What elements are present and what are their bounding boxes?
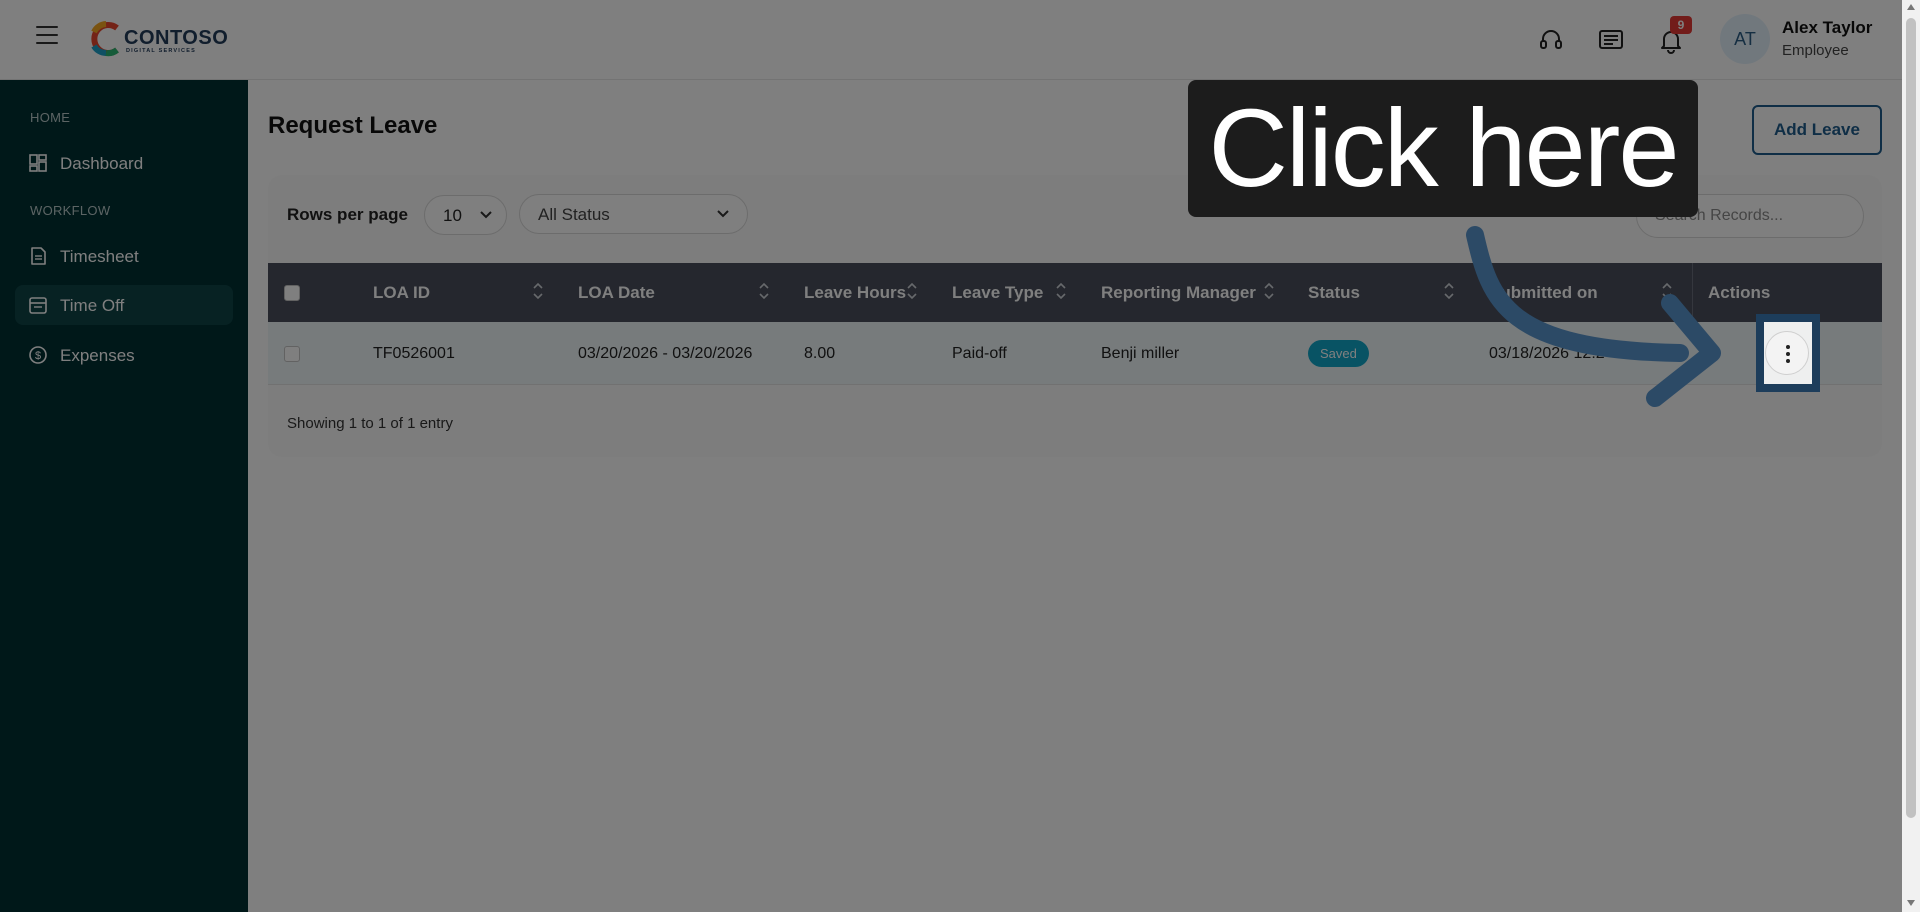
sort-icon[interactable] — [532, 281, 544, 301]
sort-icon[interactable] — [758, 281, 770, 301]
sidebar-section-workflow: WORKFLOW — [30, 203, 111, 218]
timesheet-icon — [31, 247, 46, 265]
dollar-icon: $ — [29, 346, 47, 364]
column-header-reporting-manager[interactable]: Reporting Manager — [1101, 283, 1256, 303]
column-header-leave-type[interactable]: Leave Type — [952, 283, 1043, 303]
scroll-down-arrow-icon[interactable] — [1907, 900, 1915, 906]
logo-name: CONTOSO — [124, 27, 229, 49]
column-header-actions: Actions — [1708, 283, 1771, 302]
top-header: CONTOSO DIGITAL SERVICES 9 AT Alex Taylo… — [0, 0, 1920, 80]
sidebar-item-dashboard[interactable]: Dashboard — [15, 143, 233, 183]
sort-icon[interactable] — [906, 281, 918, 301]
sidebar: HOME Dashboard WORKFLOW Timesheet Time O… — [0, 80, 248, 912]
select-all-checkbox[interactable] — [284, 285, 300, 301]
logo-subtitle: DIGITAL SERVICES — [126, 48, 196, 54]
sort-icon[interactable] — [1055, 281, 1067, 301]
sidebar-item-timesheet[interactable]: Timesheet — [15, 236, 233, 276]
chevron-down-icon — [480, 211, 492, 219]
callout-tooltip: Click here — [1188, 80, 1698, 217]
cell-reporting-manager: Benji miller — [1101, 345, 1180, 362]
sidebar-item-label: Timesheet — [60, 247, 139, 266]
row-checkbox[interactable] — [284, 346, 300, 362]
scroll-thumb[interactable] — [1906, 18, 1916, 818]
sidebar-item-label: Expenses — [60, 346, 135, 365]
cell-loa-id: TF0526001 — [373, 345, 455, 362]
rows-per-page-value: 10 — [443, 206, 462, 225]
chevron-down-icon — [717, 210, 729, 218]
column-divider — [1692, 263, 1693, 322]
svg-text:$: $ — [35, 350, 41, 362]
cell-leave-hours: 8.00 — [804, 345, 836, 362]
status-filter-value: All Status — [538, 205, 610, 224]
highlighted-actions-button[interactable] — [1765, 331, 1809, 375]
headset-icon[interactable] — [1537, 26, 1565, 54]
notification-count-badge: 9 — [1670, 16, 1692, 34]
sidebar-item-time-off[interactable]: Time Off — [15, 285, 233, 325]
logo-mark-icon — [91, 21, 119, 57]
page-scrollbar[interactable] — [1902, 0, 1920, 912]
calendar-icon — [29, 297, 47, 314]
column-header-submitted-on[interactable]: Submitted on — [1489, 283, 1598, 303]
status-badge: Saved — [1308, 340, 1369, 367]
avatar[interactable]: AT — [1720, 14, 1770, 64]
sidebar-item-label: Time Off — [60, 296, 125, 315]
user-name[interactable]: Alex Taylor — [1782, 18, 1872, 38]
column-header-status[interactable]: Status — [1308, 283, 1360, 303]
table-header — [268, 263, 1882, 322]
sidebar-section-home: HOME — [30, 110, 71, 125]
sidebar-item-label: Dashboard — [60, 154, 144, 173]
sort-icon[interactable] — [1443, 281, 1455, 301]
cell-loa-date: 03/20/2026 - 03/20/2026 — [578, 345, 753, 362]
scroll-up-arrow-icon[interactable] — [1907, 4, 1915, 10]
sort-icon[interactable] — [1263, 281, 1275, 301]
add-leave-button[interactable]: Add Leave — [1752, 105, 1882, 155]
sidebar-item-expenses[interactable]: $ Expenses — [15, 335, 233, 375]
user-role: Employee — [1782, 42, 1849, 59]
column-header-loa-id[interactable]: LOA ID — [373, 283, 430, 303]
rows-per-page-select[interactable]: 10 — [424, 195, 507, 235]
status-filter-select[interactable]: All Status — [519, 194, 748, 234]
rows-per-page-label: Rows per page — [287, 205, 408, 224]
column-header-loa-date[interactable]: LOA Date — [578, 283, 655, 303]
page-title: Request Leave — [268, 112, 438, 139]
table-row[interactable] — [268, 322, 1882, 385]
pagination-info: Showing 1 to 1 of 1 entry — [287, 415, 453, 432]
cell-submitted-on: 03/18/2026 12:2 — [1489, 345, 1605, 362]
sort-icon[interactable] — [1661, 281, 1673, 301]
menu-icon[interactable] — [36, 26, 58, 46]
dashboard-icon — [29, 154, 47, 172]
messages-icon[interactable] — [1597, 26, 1625, 54]
cell-leave-type: Paid-off — [952, 345, 1007, 362]
column-header-leave-hours[interactable]: Leave Hours — [804, 283, 906, 303]
company-logo[interactable]: CONTOSO DIGITAL SERVICES — [88, 20, 228, 60]
